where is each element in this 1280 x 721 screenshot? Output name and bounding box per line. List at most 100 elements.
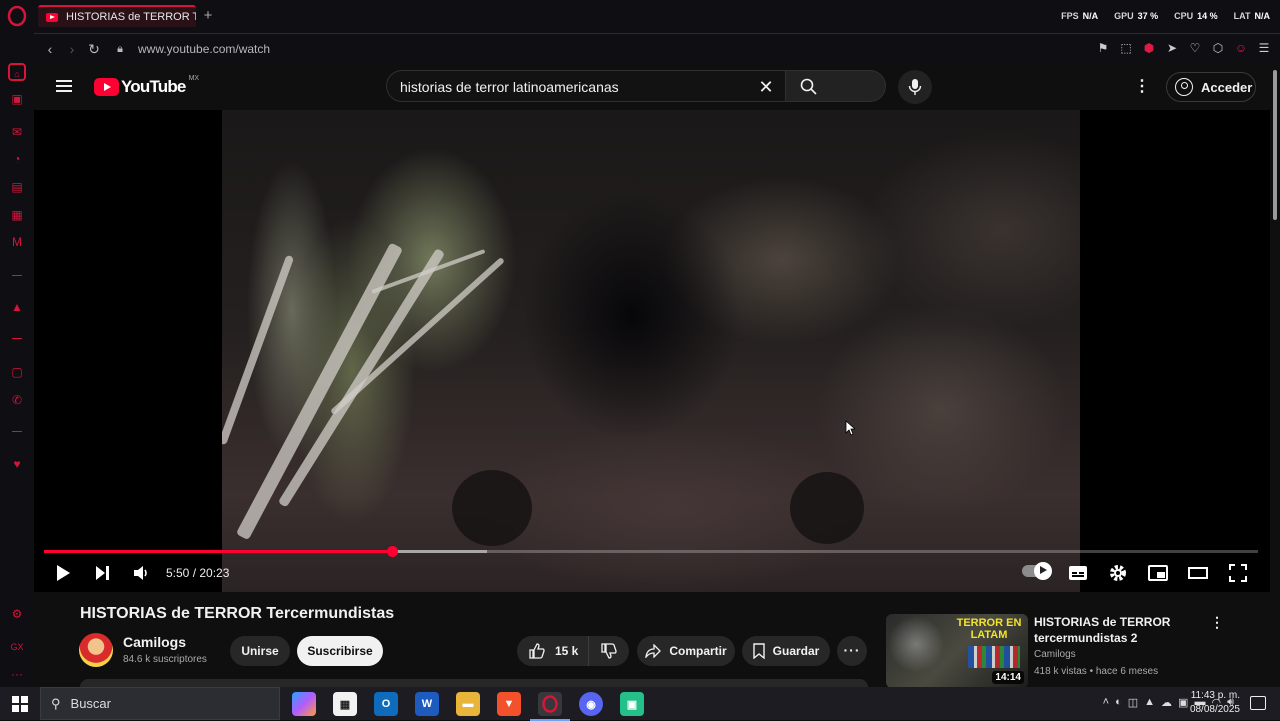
tray-app-icon[interactable]: ▣ [1178,696,1188,709]
tray-app-icon[interactable]: ☁ [1161,696,1172,709]
gx-corner-icon[interactable]: ✉ [8,123,26,141]
notifications-icon[interactable] [1250,696,1266,710]
scrollbar-thumb[interactable] [1273,70,1277,220]
signin-button[interactable]: Acceder [1166,72,1256,102]
page-scrollbar[interactable] [1270,62,1280,687]
whatsapp-icon[interactable]: ✆ [8,391,26,409]
search-input[interactable]: historias de terror latinoamericanas ✕ [386,70,786,102]
twitch-icon[interactable]: ▢ [8,363,26,381]
recommended-title[interactable]: HISTORIAS de TERROR tercermundistas 2 [1034,614,1204,646]
recommended-thumbnail[interactable]: TERROR EN LATAM 14:14 [886,614,1028,687]
tray-chevron-icon[interactable]: ˄ [1103,696,1109,709]
gx-settings-icon[interactable]: ⚙ [8,605,26,623]
video-frame[interactable] [222,110,1080,592]
url-field[interactable]: www.youtube.com/watch [138,42,270,56]
home-icon[interactable]: ⌂ [8,63,26,81]
profile-icon[interactable]: ☺ [1233,40,1249,56]
share-button[interactable]: Compartir [637,636,735,666]
time-display: 5:50 / 20:23 [166,566,230,580]
next-button[interactable] [94,562,112,586]
tray-app-icon[interactable]: ◐ [1115,696,1122,709]
channel-avatar[interactable] [79,633,113,667]
settings-kebab-icon[interactable]: ⋮ [1134,78,1150,96]
description-box[interactable] [80,679,868,687]
new-tab-button[interactable]: + [199,7,217,25]
channel-name[interactable]: Camilogs [123,634,186,650]
heart-icon[interactable]: ♡ [1187,40,1203,56]
subscribe-button[interactable]: Suscribirse [297,636,383,666]
theater-mode-button[interactable] [1188,562,1208,586]
stat-fps: FPS N/A [1061,11,1099,21]
more-icon[interactable]: ··· [8,665,26,683]
tray-app-icon[interactable]: ▲ [1144,696,1155,709]
outlook-icon[interactable]: O [374,692,398,716]
fullscreen-icon [1229,564,1247,582]
join-button[interactable]: Unirse [230,636,290,666]
reload-icon[interactable]: ↻ [86,41,102,57]
gx-control-icon[interactable]: ▣ [8,90,26,108]
windows-taskbar: ⚲ Buscar ▦ O W ▬ ▼ ◉ ▣ ˄ ◐ ◫ ▲ ☁ ▣ ▬ ◠ 🔊… [0,687,1280,721]
subtitles-button[interactable] [1068,562,1088,586]
recommended-channel[interactable]: Camilogs [1034,649,1076,660]
taskbar-clock[interactable]: 11:43 p. m. 08/08/2025 [1190,689,1240,717]
played-bar [44,550,393,553]
snapshot-icon[interactable]: ⬚ [1118,40,1134,56]
aria-icon[interactable]: ▲ [8,298,26,316]
recommended-menu-icon[interactable]: ⋮ [1210,614,1224,630]
back-icon[interactable]: ‹ [42,41,58,57]
gx-logo-small-icon[interactable]: GX [8,638,26,656]
file-explorer-icon[interactable]: ▬ [456,692,480,716]
volume-button[interactable] [132,562,150,586]
gx-cleaner-icon[interactable]: ◔ [8,150,26,168]
like-dislike-group: 15 k [517,636,629,666]
youtube-logo[interactable]: YouTube MX [94,75,199,97]
video-player[interactable]: 5:50 / 20:23 [34,110,1270,592]
dislike-button[interactable] [589,643,629,659]
miniplayer-button[interactable] [1148,562,1168,586]
search-query: historias de terror latinoamericanas [400,79,619,95]
opera-gx-taskbar-icon[interactable] [530,692,570,721]
play-button[interactable] [54,562,72,586]
player-icon[interactable]: ▦ [8,206,26,224]
bookmark-icon[interactable]: ⚑ [1095,40,1111,56]
music-icon[interactable]: M [8,233,26,251]
more-actions-button[interactable]: ··· [837,636,867,666]
address-bar: ‹ › ↻ 🔒︎ www.youtube.com/watch ⚑ ⬚ ⬢ ➤ ♡… [34,33,1280,62]
search-button[interactable] [786,70,886,102]
save-button[interactable]: Guardar [742,636,830,666]
app-icon[interactable]: ▣ [620,692,644,716]
thumbs-down-icon [601,643,617,659]
favorites-heart-icon[interactable]: ♥ [8,455,26,473]
menu-icon[interactable] [56,80,72,92]
settings-button[interactable] [1108,562,1128,586]
tab-youtube[interactable]: HISTORIAS de TERROR Te [38,5,196,27]
clear-search-icon[interactable]: ✕ [757,78,775,96]
taskbar-search-input[interactable]: ⚲ Buscar [40,687,280,720]
discord-icon[interactable]: ◉ [579,692,603,716]
gx-mods-icon[interactable]: ▤ [8,178,26,196]
like-button[interactable]: 15 k [517,636,589,666]
windows-start-icon[interactable] [12,696,28,712]
copilot-icon[interactable] [292,692,316,716]
progress-bar[interactable] [44,546,1258,557]
browser-sidebar: ⌂ ▣ ✉ ◔ ▤ ▦ M ▲ ▢ ✆ ♥ ⚙ GX ··· [0,33,34,687]
miniplayer-icon [1148,565,1168,581]
send-icon[interactable]: ➤ [1164,40,1180,56]
play-icon [57,565,70,581]
brave-icon[interactable]: ▼ [497,692,521,716]
clock-date: 08/08/2025 [1189,704,1240,715]
microsoft-store-icon[interactable]: ▦ [333,692,357,716]
gear-icon [1110,565,1126,581]
forward-icon[interactable]: › [64,41,80,57]
word-icon[interactable]: W [415,692,439,716]
adblock-shield-icon[interactable]: ⬢ [1141,40,1157,56]
stat-gpu: GPU 37 % [1114,11,1159,21]
extensions-icon[interactable]: ⬡ [1210,40,1226,56]
easy-setup-icon[interactable]: ☰ [1256,40,1272,56]
tray-app-icon[interactable]: ◫ [1128,696,1138,709]
sidebar-divider [12,338,22,339]
fullscreen-button[interactable] [1228,562,1248,586]
voice-search-button[interactable] [898,70,932,104]
opera-gx-logo-icon[interactable] [6,5,28,27]
autoplay-toggle[interactable] [1022,562,1052,580]
